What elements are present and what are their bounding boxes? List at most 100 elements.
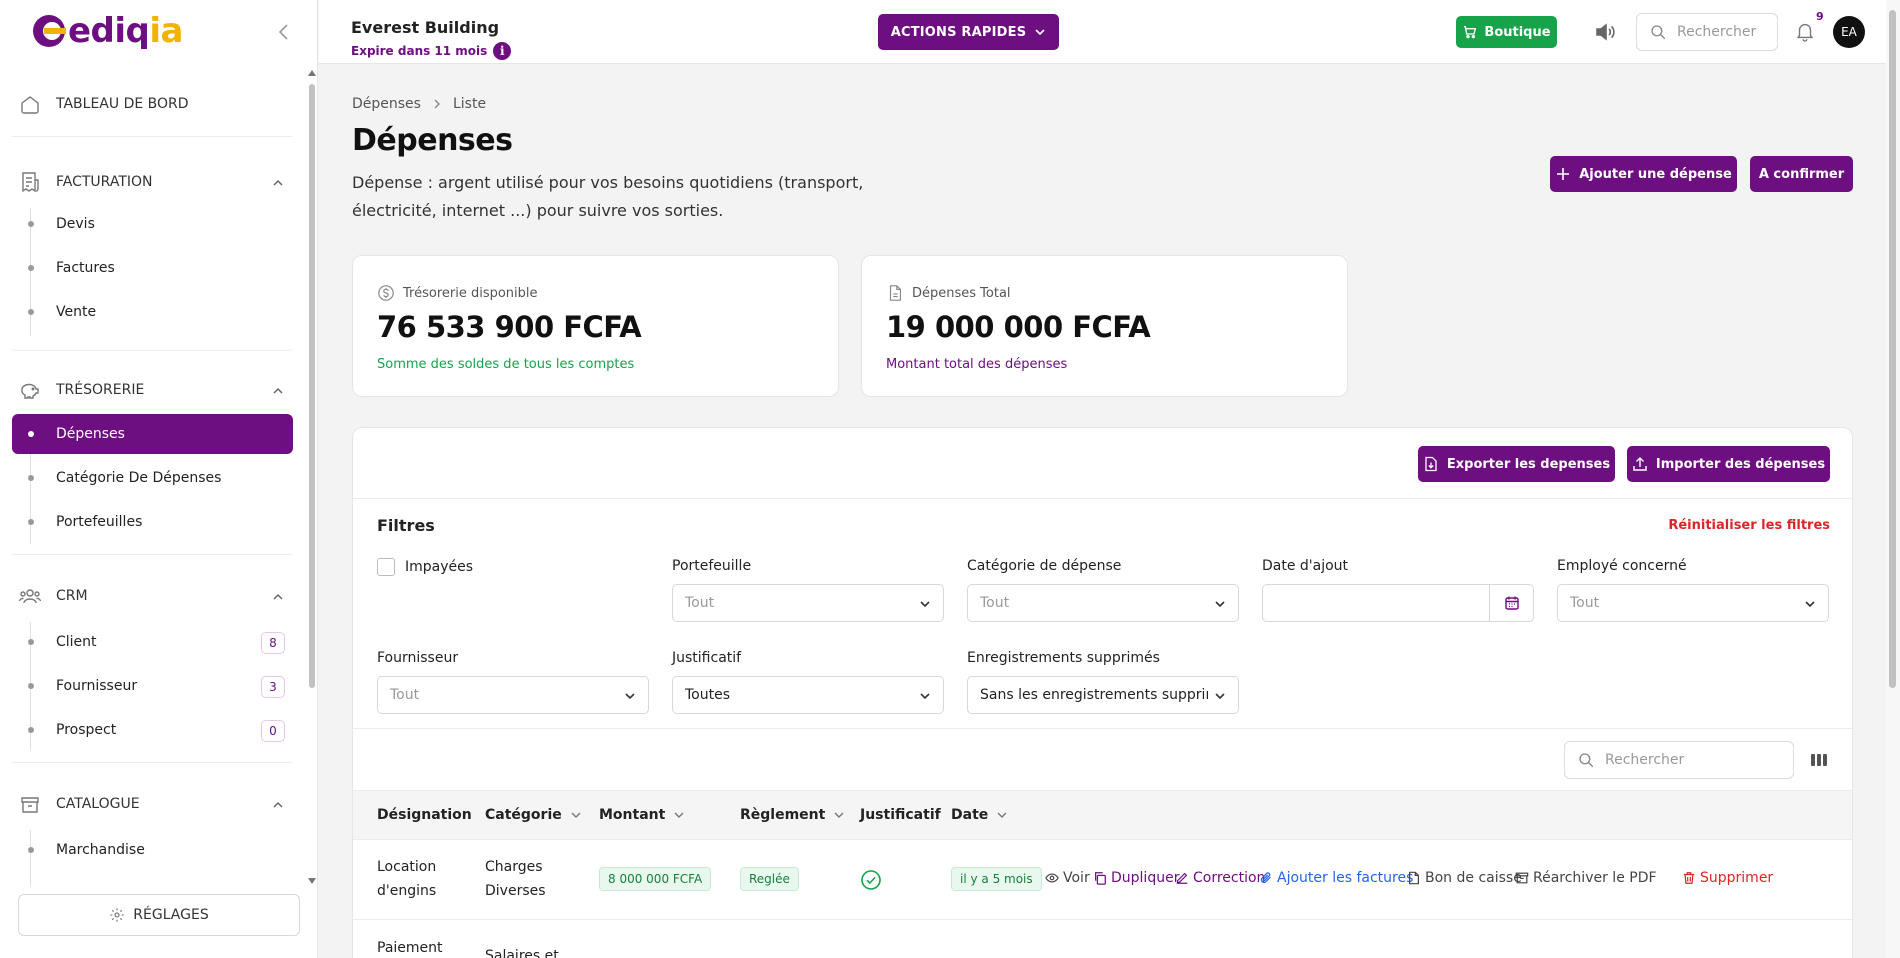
calendar-icon[interactable]	[1489, 585, 1533, 621]
date-badge: il y a 5 mois	[951, 867, 1042, 891]
expiry-text: Expire dans 11 mois	[351, 44, 488, 58]
chevron-down-icon	[1804, 598, 1816, 610]
rearchive-pdf-action[interactable]: Réarchiver le PDF	[1515, 870, 1657, 886]
bell-icon[interactable]	[1794, 20, 1816, 42]
company-name[interactable]: Everest Building	[351, 18, 499, 37]
main-content: Dépenses Liste Dépenses Dépense : argent…	[319, 65, 1886, 958]
copy-icon	[1093, 871, 1107, 885]
column-header-reglement[interactable]: Règlement	[740, 807, 845, 823]
portfolio-select[interactable]: Tout	[672, 584, 944, 622]
sidebar-section-catalogue[interactable]: CATALOGUE	[18, 786, 293, 822]
shop-button[interactable]: Boutique	[1456, 16, 1557, 48]
column-header-date[interactable]: Date	[951, 807, 1008, 823]
sidebar-item-dashboard[interactable]: TABLEAU DE BORD	[18, 86, 293, 122]
logo-text: ediqia	[68, 11, 183, 51]
topbar: Everest Building Expire dans 11 mois i A…	[319, 0, 1886, 64]
add-expense-button[interactable]: Ajouter une dépense	[1550, 156, 1737, 192]
breadcrumb: Dépenses Liste	[352, 96, 486, 112]
cell-text: Diverses	[485, 883, 546, 899]
scrollbar-thumb[interactable]	[1889, 10, 1896, 688]
checkbox-label: Impayées	[405, 559, 474, 575]
table-search[interactable]	[1564, 741, 1794, 779]
sidebar: ediqia TABLEAU DE BORD FACTURATION Devis…	[0, 0, 318, 958]
edit-icon	[1175, 871, 1189, 885]
export-expenses-button[interactable]: Exporter les depenses	[1418, 446, 1615, 482]
sidebar-section-crm[interactable]: CRM	[18, 578, 293, 614]
sidebar-item-prospect[interactable]: Prospect 0	[12, 710, 293, 750]
search-icon	[1649, 23, 1667, 41]
sidebar-item-client[interactable]: Client 8	[12, 622, 293, 662]
global-search-input[interactable]	[1677, 24, 1767, 40]
column-header-justificatif[interactable]: Justificatif	[860, 807, 941, 823]
sidebar-item-devis[interactable]: Devis	[12, 204, 293, 244]
checkbox-box[interactable]	[377, 558, 395, 576]
to-confirm-button[interactable]: A confirmer	[1750, 156, 1853, 192]
import-label: Importer des dépenses	[1655, 456, 1826, 472]
sidebar-item-marchandise[interactable]: Marchandise	[12, 830, 293, 870]
duplicate-action[interactable]: Dupliquer	[1093, 870, 1179, 886]
settings-button[interactable]: RÉGLAGES	[18, 894, 300, 936]
table-search-input[interactable]	[1605, 752, 1695, 768]
filter-label: Justificatif	[672, 650, 742, 666]
filter-label: Employé concerné	[1557, 558, 1687, 574]
sidebar-section-facturation[interactable]: FACTURATION	[18, 164, 293, 200]
delete-action[interactable]: Supprimer	[1682, 870, 1773, 886]
chevron-down-icon	[673, 809, 685, 821]
import-expenses-button[interactable]: Importer des dépenses	[1627, 446, 1830, 482]
scroll-down-icon[interactable]	[308, 878, 316, 886]
filter-label: Fournisseur	[377, 650, 459, 666]
receipt-select[interactable]: Toutes	[672, 676, 944, 714]
document-icon	[886, 284, 904, 302]
sidebar-scrollbar[interactable]	[306, 66, 318, 886]
view-action[interactable]: Voir	[1045, 870, 1090, 886]
avatar[interactable]: EA	[1833, 16, 1865, 48]
divider	[12, 136, 292, 137]
columns-icon[interactable]	[1809, 750, 1829, 770]
category-select[interactable]: Tout	[967, 584, 1239, 622]
cell-categorie: Salaires et	[485, 944, 559, 958]
action-label: Ajouter les factures	[1277, 870, 1414, 886]
column-header-montant[interactable]: Montant	[599, 807, 685, 823]
header-label: Date	[951, 807, 989, 823]
chevron-down-icon	[1214, 690, 1226, 702]
page-scrollbar[interactable]	[1886, 0, 1900, 958]
breadcrumb-item[interactable]: Dépenses	[352, 96, 421, 112]
header-label: Justificatif	[860, 807, 941, 823]
sidebar-item-factures[interactable]: Factures	[12, 248, 293, 288]
chevron-down-icon	[624, 690, 636, 702]
select-value: Tout	[1570, 595, 1600, 611]
logo[interactable]: ediqia	[30, 8, 183, 54]
speaker-icon[interactable]	[1593, 20, 1617, 44]
date-added-field[interactable]	[1262, 584, 1534, 622]
sidebar-item-categorie-depenses[interactable]: Catégorie De Dépenses	[12, 458, 293, 498]
stat-value: 76 533 900 FCFA	[377, 310, 642, 344]
scroll-up-icon[interactable]	[308, 68, 316, 76]
global-search[interactable]	[1636, 13, 1778, 51]
column-header-designation[interactable]: Désignation	[377, 807, 472, 823]
sidebar-item-fournisseur[interactable]: Fournisseur 3	[12, 666, 293, 706]
employee-select[interactable]: Tout	[1557, 584, 1829, 622]
unpaid-checkbox[interactable]: Impayées	[377, 558, 473, 576]
cell-designation: Location d'engins	[377, 855, 436, 903]
sidebar-item-depenses[interactable]: Dépenses	[12, 414, 293, 454]
correction-action[interactable]: Correction	[1175, 870, 1265, 886]
table-row[interactable]: Paiement Salaires et	[353, 921, 1852, 958]
bullet	[28, 221, 34, 227]
column-header-categorie[interactable]: Catégorie	[485, 807, 582, 823]
collapse-sidebar-icon[interactable]	[272, 20, 296, 44]
add-invoices-action[interactable]: Ajouter les factures	[1259, 870, 1413, 886]
quick-actions-button[interactable]: ACTIONS RAPIDES	[878, 14, 1059, 50]
info-icon[interactable]: i	[493, 42, 512, 60]
search-icon	[1577, 751, 1595, 769]
deleted-records-select[interactable]: Sans les enregistrements supprimés	[967, 676, 1239, 714]
table-row[interactable]: Location d'engins Charges Diverses 8 000…	[353, 840, 1852, 920]
scrollbar-thumb[interactable]	[309, 84, 315, 688]
sidebar-section-tresorerie[interactable]: TRÉSORERIE	[18, 372, 293, 408]
supplier-select[interactable]: Tout	[377, 676, 649, 714]
cash-voucher-action[interactable]: Bon de caisse	[1407, 870, 1522, 886]
reset-filters-link[interactable]: Réinitialiser les filtres	[1668, 518, 1830, 533]
chevron-down-icon	[1034, 26, 1046, 38]
sidebar-item-vente[interactable]: Vente	[12, 292, 293, 332]
eye-icon	[1045, 871, 1059, 885]
sidebar-item-portefeuilles[interactable]: Portefeuilles	[12, 502, 293, 542]
